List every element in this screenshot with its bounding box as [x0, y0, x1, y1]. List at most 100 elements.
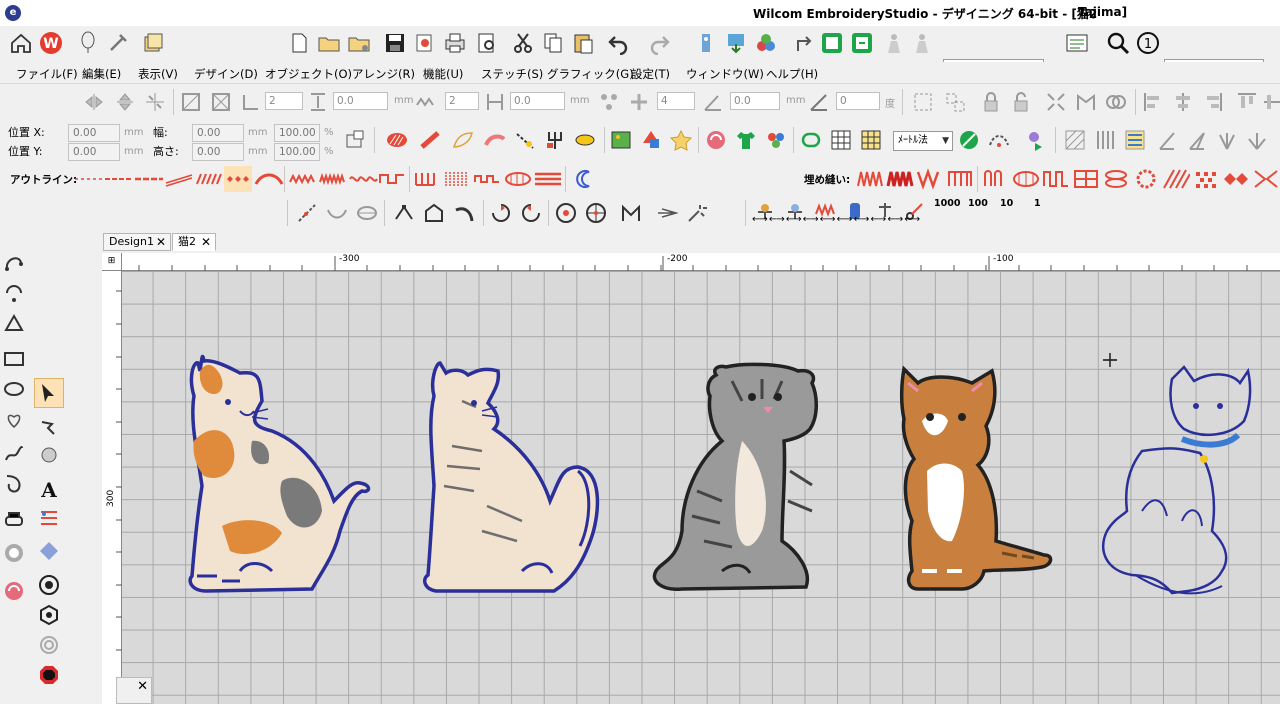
polyline-icon[interactable]	[620, 202, 642, 224]
fill-square-icon[interactable]	[1042, 168, 1070, 190]
leaf-stitch-icon[interactable]	[452, 129, 474, 151]
fan-icon[interactable]	[1216, 129, 1238, 151]
zoom-icon[interactable]	[1104, 29, 1132, 57]
satin-stitch-icon[interactable]	[386, 129, 408, 151]
stitch-player-icon[interactable]	[692, 29, 720, 57]
fill-dots-icon[interactable]	[1192, 168, 1220, 190]
home-icon[interactable]	[7, 29, 35, 57]
circle-dots-icon[interactable]	[555, 202, 577, 224]
menu-window[interactable]: ウィンドウ(W)	[686, 66, 764, 82]
fill-diag-icon[interactable]	[1162, 168, 1190, 190]
menu-graphic[interactable]: グラフィック(G)	[547, 66, 634, 82]
ungroup-box-icon[interactable]	[944, 91, 966, 113]
fill-zigzag-bold-icon[interactable]	[886, 168, 914, 190]
copy-icon[interactable]	[539, 29, 567, 57]
image-icon[interactable]	[610, 129, 632, 151]
pos-x-field[interactable]: 0.00	[68, 124, 120, 142]
spacing-icon[interactable]	[307, 91, 329, 113]
weld-icon[interactable]	[1105, 91, 1127, 113]
hoop-green-icon[interactable]	[818, 29, 846, 57]
close-icon[interactable]: ✕	[137, 679, 148, 694]
hoop-green2-icon[interactable]	[848, 29, 876, 57]
menu-help[interactable]: ヘルプ(H)	[766, 66, 818, 82]
gray-tabby-cat[interactable]	[652, 362, 818, 591]
fill-loops-icon[interactable]	[982, 168, 1010, 190]
balloon-icon[interactable]	[74, 29, 102, 57]
run-stitch-icon[interactable]	[514, 129, 536, 151]
menu-file[interactable]: ファイル(F)	[16, 66, 78, 82]
sequence-icon[interactable]	[790, 29, 818, 57]
outline-triple-icon[interactable]	[104, 168, 134, 190]
spin-field-1[interactable]: 2	[265, 92, 303, 110]
color-circle-icon[interactable]	[3, 542, 25, 564]
house-shape-icon[interactable]	[423, 202, 445, 224]
print-icon[interactable]	[441, 29, 469, 57]
shapes-icon[interactable]	[1075, 91, 1097, 113]
width-field[interactable]: 0.00	[192, 124, 244, 142]
mirror-both-icon[interactable]	[144, 91, 166, 113]
density-100[interactable]: 100	[968, 198, 988, 209]
digitize-poly-icon[interactable]	[3, 312, 25, 334]
outline-bead-icon[interactable]	[224, 168, 254, 190]
zigzag-dense-icon[interactable]	[318, 168, 348, 190]
fill-grid-icon[interactable]	[1072, 168, 1100, 190]
proportion-lock-icon[interactable]	[344, 129, 366, 151]
lettering-icon[interactable]: A	[38, 478, 60, 500]
grid-yellow-icon[interactable]	[860, 129, 882, 151]
mirror-horizontal-icon[interactable]	[84, 91, 106, 113]
spin-field-6[interactable]: 0.0	[730, 92, 780, 110]
unlock-icon[interactable]	[1010, 91, 1032, 113]
menu-settings[interactable]: 設定(T)	[631, 66, 670, 82]
cut-icon[interactable]	[509, 29, 537, 57]
freehand-closed-icon[interactable]	[3, 472, 25, 494]
status-window-icon[interactable]	[1063, 29, 1091, 57]
fill-cross-icon[interactable]	[1252, 168, 1280, 190]
open-folder-icon[interactable]	[315, 29, 343, 57]
hoop-tool-icon[interactable]	[3, 508, 25, 530]
slant2-icon[interactable]	[1186, 129, 1208, 151]
curve-tool-icon[interactable]	[453, 202, 475, 224]
menu-design[interactable]: デザイン(D)	[194, 66, 258, 82]
brain-tool-icon[interactable]	[3, 580, 25, 602]
height-field[interactable]: 0.00	[192, 143, 244, 161]
break-apart-icon[interactable]	[1045, 91, 1067, 113]
ginger-cat[interactable]	[899, 365, 1053, 591]
e-stitch-icon[interactable]	[413, 168, 443, 190]
step-icon[interactable]	[240, 91, 262, 113]
density-1000[interactable]: 1000	[934, 198, 960, 209]
density-1[interactable]: 1	[1034, 198, 1041, 209]
redo-icon[interactable]	[646, 29, 674, 57]
spin-field-7[interactable]: 0	[836, 92, 880, 110]
outline-arc-icon[interactable]	[254, 168, 284, 190]
monogram-icon[interactable]	[38, 540, 60, 562]
lock-icon[interactable]	[980, 91, 1002, 113]
knife-icon[interactable]	[656, 202, 678, 224]
shapes-color-icon[interactable]	[640, 129, 662, 151]
freehand-icon[interactable]	[3, 442, 25, 464]
tatami-stitch-icon[interactable]	[420, 129, 442, 151]
density-10[interactable]: 10	[1000, 198, 1013, 209]
align-middle-icon[interactable]	[1262, 91, 1280, 113]
rotate-angle-icon[interactable]	[808, 91, 830, 113]
outline-run-icon[interactable]	[74, 168, 104, 190]
rotate-box-icon[interactable]	[210, 91, 232, 113]
fancy-fill-icon[interactable]	[484, 129, 506, 151]
menu-stitch[interactable]: ステッチ(S)	[481, 66, 543, 82]
menu-edit[interactable]: 編集(E)	[82, 66, 121, 82]
align-right-icon[interactable]	[1202, 91, 1224, 113]
print-preview-icon[interactable]	[473, 29, 501, 57]
rotate-cw-icon[interactable]	[490, 202, 512, 224]
export-icon[interactable]	[411, 29, 439, 57]
width-percent-field[interactable]: 100.00	[274, 124, 320, 142]
flower-play-icon[interactable]	[1023, 129, 1045, 151]
fish-icon[interactable]	[574, 129, 596, 151]
rectangle-icon[interactable]	[3, 348, 25, 370]
fill-zigzag-icon[interactable]	[856, 168, 884, 190]
save-icon[interactable]	[381, 29, 409, 57]
fill-w-icon[interactable]	[916, 168, 944, 190]
columns-icon[interactable]	[1094, 129, 1116, 151]
select-arrow-icon[interactable]	[38, 382, 60, 404]
cross-nodes-icon[interactable]	[628, 91, 650, 113]
tab-design1[interactable]: Design1 ✕	[103, 233, 171, 251]
measure-green-icon[interactable]	[958, 129, 980, 151]
